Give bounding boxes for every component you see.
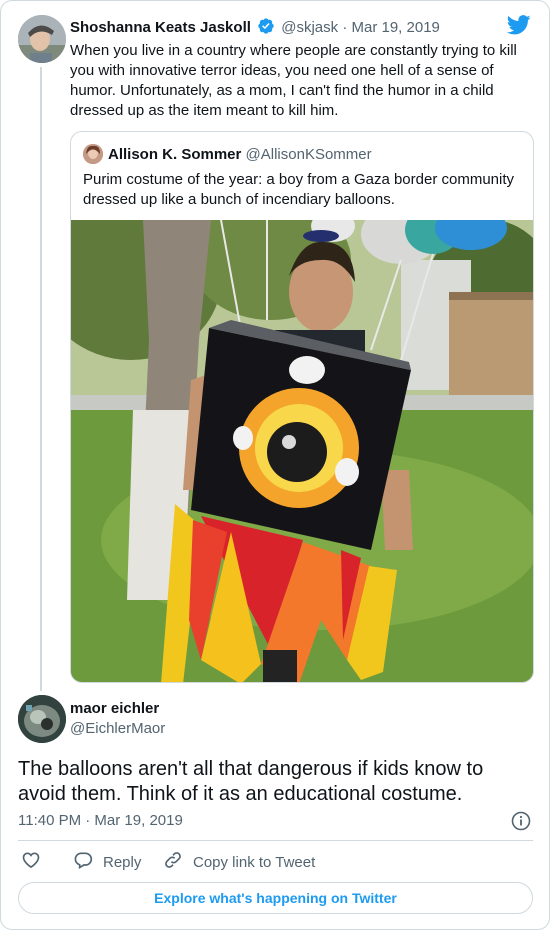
tweet-photo[interactable] (71, 200, 533, 682)
author-name: Allison K. Sommer (108, 146, 242, 163)
explore-button[interactable]: Explore what's happening on Twitter (18, 882, 533, 914)
divider (18, 840, 533, 841)
quoted-tweet-text: Purim costume of the year: a boy from a … (83, 171, 515, 208)
heart-icon (21, 850, 51, 874)
verified-badge-icon (257, 17, 275, 39)
author-name[interactable]: maor eichler (70, 700, 159, 717)
twitter-bird-icon[interactable] (506, 15, 531, 40)
author-handle[interactable]: @skjask (281, 19, 338, 36)
tweet-timestamp[interactable]: 11:40 PM · Mar 19, 2019 (18, 812, 183, 829)
reply-button[interactable]: Reply (73, 851, 141, 873)
quoted-tweet[interactable]: Allison K. Sommer @AllisonKSommer Purim … (70, 131, 534, 683)
separator-dot: · (342, 19, 348, 36)
reply-label: Reply (103, 853, 142, 871)
link-icon (163, 850, 193, 874)
author-handle[interactable]: @EichlerMaor (70, 720, 165, 737)
parent-tweet-header: Shoshanna Keats Jaskoll @skjask · Mar 19… (70, 17, 440, 39)
author-name[interactable]: Shoshanna Keats Jaskoll (70, 19, 251, 36)
copy-link-label: Copy link to Tweet (193, 853, 316, 871)
tweet-embed-card: Shoshanna Keats Jaskoll @skjask · Mar 19… (0, 0, 550, 930)
avatar[interactable] (18, 15, 66, 63)
info-icon[interactable] (511, 811, 531, 836)
thread-line (40, 67, 42, 691)
copy-link-button[interactable]: Copy link to Tweet (163, 851, 315, 873)
avatar (83, 144, 103, 164)
reply-icon (73, 850, 103, 874)
parent-tweet-text: When you live in a country where people … (70, 42, 517, 119)
tweet-date[interactable]: Mar 19, 2019 (352, 19, 440, 36)
reply-tweet-text: The balloons aren't all that dangerous i… (18, 758, 484, 805)
author-handle: @AllisonKSommer (245, 146, 372, 163)
quoted-tweet-header: Allison K. Sommer @AllisonKSommer (108, 146, 372, 163)
avatar[interactable] (18, 695, 66, 743)
like-button[interactable] (21, 851, 51, 873)
